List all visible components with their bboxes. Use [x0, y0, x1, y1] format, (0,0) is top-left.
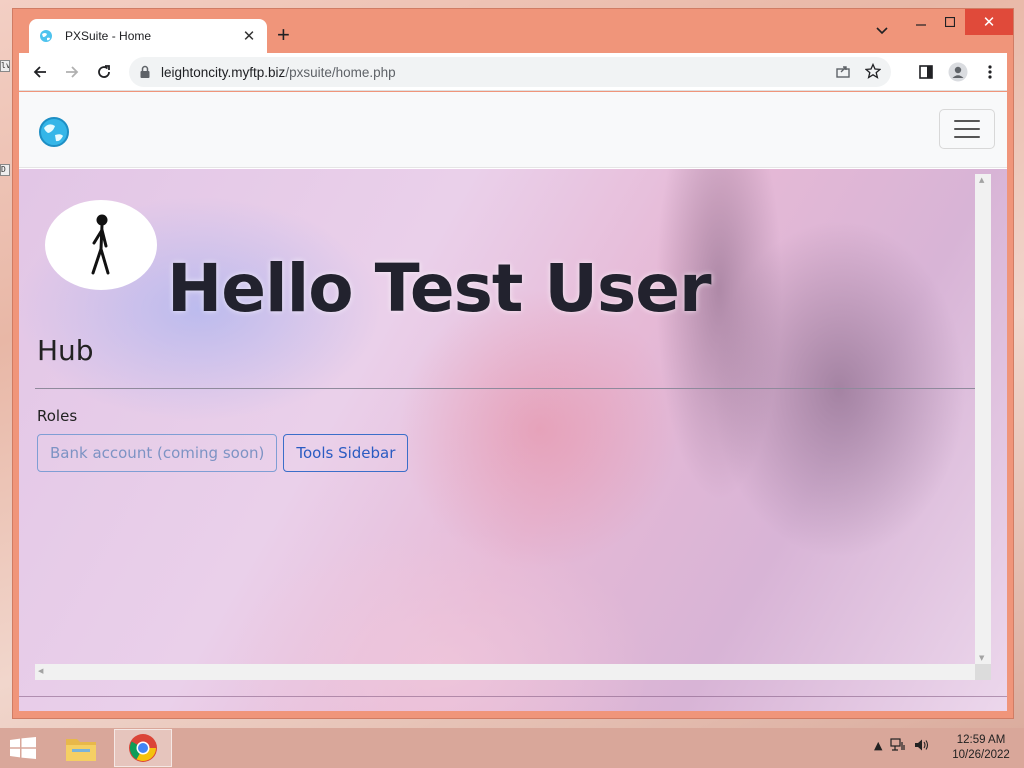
desktop-icon-1[interactable]: lv	[0, 60, 10, 72]
globe-logo-icon[interactable]	[38, 116, 70, 148]
profile-button[interactable]	[947, 61, 969, 83]
scroll-down-icon[interactable]: ▼	[979, 654, 984, 662]
tab-strip: PXSuite - Home ✕ + ✕	[13, 9, 1013, 53]
close-icon: ✕	[982, 13, 996, 31]
globe-favicon-icon	[40, 30, 52, 42]
file-explorer-taskbar-button[interactable]	[52, 729, 110, 767]
windows-start-icon[interactable]	[10, 737, 36, 759]
taskbar-clock[interactable]: 12:59 AM 10/26/2022	[944, 733, 1018, 763]
close-window-button[interactable]: ✕	[965, 9, 1013, 35]
side-panel-icon	[919, 65, 933, 79]
close-tab-icon[interactable]: ✕	[241, 27, 257, 45]
horizontal-scrollbar[interactable]: ◀ ▶	[35, 664, 991, 680]
hamburger-line	[954, 136, 980, 138]
star-icon[interactable]	[865, 63, 881, 79]
bank-account-button[interactable]: Bank account (coming soon)	[37, 434, 278, 472]
more-vertical-icon	[988, 65, 992, 79]
omnibox-actions	[835, 63, 881, 79]
arrow-right-icon	[66, 66, 79, 78]
hub-heading: Hub	[37, 334, 94, 367]
tab-title: PXSuite - Home	[65, 29, 152, 43]
windows-taskbar: ▲ 12:59 AM 10/26/2022	[0, 728, 1024, 768]
minimize-button[interactable]	[901, 9, 941, 35]
maximize-icon	[945, 17, 955, 27]
hamburger-line	[954, 120, 980, 122]
navbar-toggle-button[interactable]	[939, 109, 995, 149]
menu-button[interactable]	[979, 61, 1001, 83]
forward-button[interactable]	[61, 61, 83, 83]
clock-time: 12:59 AM	[956, 734, 1006, 746]
share-icon[interactable]	[835, 63, 851, 79]
hamburger-line	[954, 128, 980, 130]
scrollbar-corner	[975, 664, 991, 680]
network-icon[interactable]	[890, 738, 906, 752]
vertical-scrollbar[interactable]: ▲ ▼	[975, 174, 991, 664]
browser-toolbar: leightoncity.myftp.biz/pxsuite/home.php	[19, 53, 1007, 91]
reload-icon	[98, 65, 110, 78]
scroll-left-icon[interactable]: ◀	[38, 667, 43, 675]
url-text: leightoncity.myftp.biz/pxsuite/home.php	[161, 65, 396, 80]
user-avatar	[45, 200, 157, 290]
greeting-heading: Hello Test User	[167, 250, 712, 327]
address-bar[interactable]: leightoncity.myftp.biz/pxsuite/home.php	[129, 57, 891, 87]
maximize-button[interactable]	[937, 9, 963, 35]
page-viewport: Hello Test User Hub Roles Bank account (…	[19, 92, 1007, 711]
lock-icon	[140, 65, 150, 78]
roles-button-group: Bank account (coming soon) Tools Sidebar	[37, 434, 409, 472]
hub-frame: Hello Test User Hub Roles Bank account (…	[35, 174, 991, 664]
browser-window: PXSuite - Home ✕ + ✕ leightoncity.myftp.…	[12, 8, 1014, 719]
minimize-icon	[916, 24, 926, 26]
scroll-thumb[interactable]	[978, 192, 988, 392]
desktop-icon-2[interactable]: D	[0, 164, 10, 176]
arrow-left-icon	[33, 66, 46, 78]
chrome-icon	[129, 734, 157, 762]
reload-button[interactable]	[93, 61, 115, 83]
browser-tab[interactable]: PXSuite - Home ✕	[29, 19, 267, 53]
scroll-up-icon[interactable]: ▲	[979, 176, 984, 184]
chrome-taskbar-button[interactable]	[114, 729, 172, 767]
profile-avatar-icon	[948, 62, 968, 82]
site-navbar	[19, 92, 1007, 168]
url-host: leightoncity.myftp.biz	[161, 64, 286, 80]
side-panel-button[interactable]	[915, 61, 937, 83]
url-path: /pxsuite/home.php	[285, 64, 396, 80]
footer-divider	[19, 696, 1007, 697]
clock-date: 10/26/2022	[952, 749, 1010, 761]
divider	[35, 388, 991, 389]
roles-label: Roles	[37, 407, 78, 425]
chevron-down-icon[interactable]	[876, 27, 888, 35]
system-tray: ▲	[874, 738, 930, 752]
chevron-up-icon[interactable]: ▲	[874, 739, 882, 752]
back-button[interactable]	[29, 61, 51, 83]
tools-sidebar-button[interactable]: Tools Sidebar	[283, 434, 409, 472]
volume-icon[interactable]	[914, 738, 930, 752]
new-tab-button[interactable]: +	[277, 23, 290, 47]
stick-figure-icon	[91, 214, 110, 275]
folder-icon	[66, 739, 96, 761]
